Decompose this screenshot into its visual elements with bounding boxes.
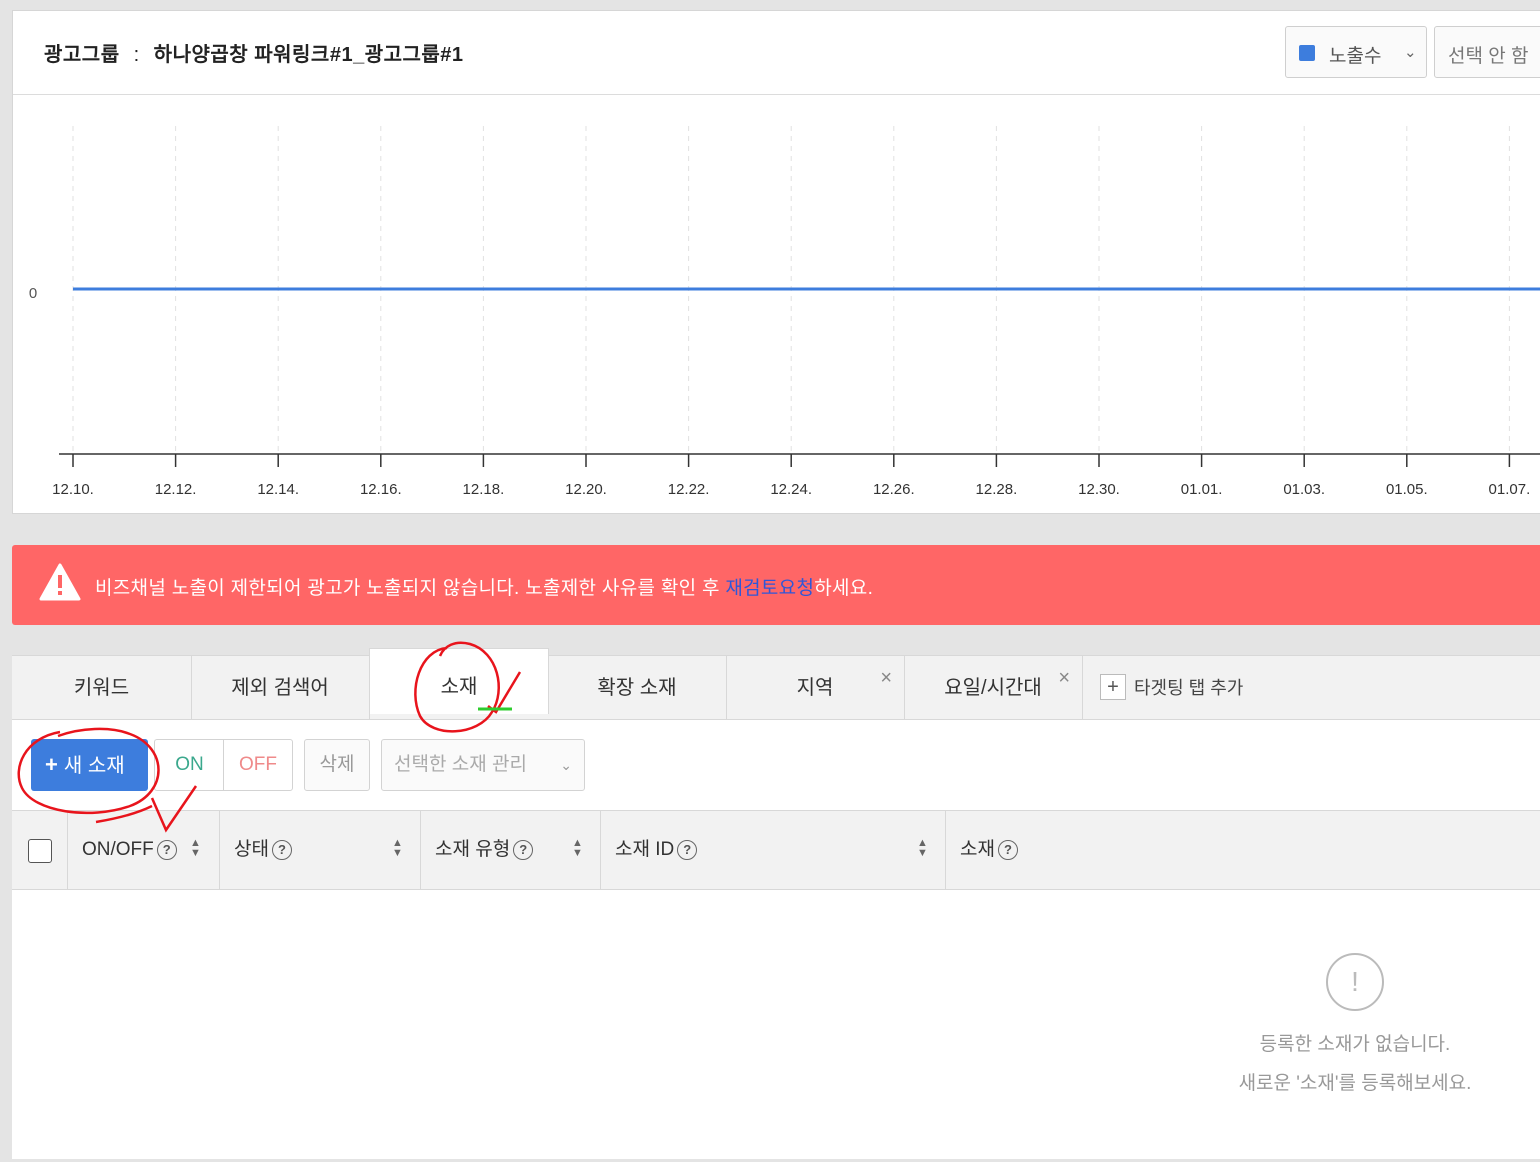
compare-select-value: 선택 안 함	[1448, 46, 1529, 67]
tab-extension-creative[interactable]: 확장 소재	[548, 656, 727, 720]
add-targeting-tab-button[interactable]: + 타겟팅 탭 추가	[1100, 674, 1243, 702]
table-header: ON/OFF? ▲ ▼ 상태? ▲ ▼ 소재 유형? ▲ ▼ 소재 ID? ▲ ▼ 소재…	[12, 810, 1540, 890]
tab-negative-keyword[interactable]: 제외 검색어	[191, 656, 370, 720]
column-status[interactable]: 상태? ▲ ▼	[219, 811, 421, 889]
x-tick-label: 12.20.	[565, 481, 607, 498]
empty-state-line2: 새로운 '소재'를 등록해보세요.	[1238, 1073, 1472, 1094]
x-tick-label: 12.14.	[257, 481, 299, 498]
alert-text-after: 하세요.	[814, 578, 874, 599]
off-button[interactable]: OFF	[223, 739, 293, 791]
tab-keyword[interactable]: 키워드	[12, 656, 192, 720]
empty-state: ! 등록한 소재가 없습니다. 새로운 '소재'를 등록해보세요.	[1212, 953, 1498, 1095]
help-icon[interactable]: ?	[677, 839, 698, 860]
new-creative-button[interactable]: + 새 소재	[31, 739, 148, 791]
manage-selected-select[interactable]: 선택한 소재 관리 ⌄	[381, 739, 585, 791]
sort-icon[interactable]: ▲ ▼	[572, 838, 583, 859]
exposure-restricted-alert: 비즈채널 노출이 제한되어 광고가 노출되지 않습니다. 노출제한 사유를 확인…	[12, 545, 1540, 625]
alert-text-before: 비즈채널 노출이 제한되어 광고가 노출되지 않습니다. 노출제한 사유를 확인…	[95, 578, 726, 599]
chevron-down-icon: ⌄	[1404, 44, 1417, 61]
compare-metric-select[interactable]: 선택 안 함	[1434, 26, 1540, 78]
help-icon[interactable]: ?	[271, 839, 292, 860]
tab-creative[interactable]: 소재	[369, 648, 549, 714]
creative-toolbar: + 새 소재 ON OFF 삭제 선택한 소재 관리 ⌄	[12, 721, 1540, 811]
x-tick-label: 01.05.	[1386, 481, 1428, 498]
delete-button[interactable]: 삭제	[304, 739, 370, 791]
sort-icon[interactable]: ▲ ▼	[917, 838, 928, 859]
x-tick-label: 12.22.	[668, 481, 710, 498]
metric-color-swatch	[1299, 45, 1315, 61]
chart-header: 광고그룹: 하나양곱창 파워링크#1_광고그룹#1 노출수 ⌄ 선택 안 함	[13, 11, 1540, 95]
close-icon[interactable]: ×	[880, 668, 892, 688]
help-icon[interactable]: ?	[997, 839, 1018, 860]
column-creative-type[interactable]: 소재 유형? ▲ ▼	[420, 811, 601, 889]
tab-region[interactable]: 지역 ×	[726, 656, 905, 720]
x-tick-label: 01.01.	[1181, 481, 1223, 498]
chart-panel: 광고그룹: 하나양곱창 파워링크#1_광고그룹#1 노출수 ⌄ 선택 안 함 12…	[12, 10, 1540, 514]
sort-icon[interactable]: ▲ ▼	[392, 838, 403, 859]
column-creative[interactable]: 소재?	[945, 811, 1540, 889]
sort-icon[interactable]: ▲ ▼	[190, 838, 201, 859]
x-tick-label: 12.24.	[770, 481, 812, 498]
chevron-down-icon: ⌄	[560, 757, 572, 773]
close-icon[interactable]: ×	[1058, 668, 1070, 688]
help-icon[interactable]: ?	[513, 839, 534, 860]
column-creative-id[interactable]: 소재 ID? ▲ ▼	[600, 811, 946, 889]
y-tick-label: 0	[29, 285, 37, 302]
metric-select-value: 노출수	[1329, 46, 1382, 67]
x-tick-label: 12.18.	[463, 481, 505, 498]
empty-state-line1: 등록한 소재가 없습니다.	[1259, 1034, 1451, 1055]
title-separator: :	[133, 44, 140, 66]
alert-message: 비즈채널 노출이 제한되어 광고가 노출되지 않습니다. 노출제한 사유를 확인…	[95, 573, 873, 600]
x-tick-label: 01.03.	[1283, 481, 1325, 498]
select-all-checkbox[interactable]	[28, 839, 52, 863]
adgroup-title: 광고그룹: 하나양곱창 파워링크#1_광고그룹#1	[44, 38, 464, 67]
plus-icon: +	[45, 752, 58, 777]
impressions-line-chart: 12.10. 12.12. 12.14. 12.16. 12.18. 12.20. 12.2…	[29, 126, 1540, 498]
add-tab-label: 타겟팅 탭 추가	[1134, 678, 1244, 698]
exclamation-icon: !	[1326, 953, 1384, 1011]
x-tick-label: 01.07.	[1489, 481, 1531, 498]
on-button[interactable]: ON	[154, 739, 224, 791]
adgroup-label: 광고그룹	[44, 44, 120, 66]
adgroup-name: 하나양곱창 파워링크#1_광고그룹#1	[153, 44, 464, 66]
x-tick-label: 12.12.	[155, 481, 197, 498]
x-tick-label: 12.30.	[1078, 481, 1120, 498]
x-tick-label: 12.26.	[873, 481, 915, 498]
column-onoff[interactable]: ON/OFF? ▲ ▼	[67, 811, 220, 889]
metric-select[interactable]: 노출수 ⌄	[1285, 26, 1427, 78]
ad-creative-section: 키워드 제외 검색어 소재 확장 소재 지역 × 요일/시간대 × + 타겟팅 탭…	[12, 648, 1540, 1159]
x-tick-label: 12.16.	[360, 481, 402, 498]
x-tick-label: 12.10.	[52, 481, 94, 498]
plus-icon: +	[1100, 674, 1126, 700]
warning-triangle-icon	[39, 563, 81, 601]
x-tick-label: 12.28.	[976, 481, 1018, 498]
help-icon[interactable]: ?	[156, 839, 177, 860]
select-all-cell	[12, 811, 68, 889]
tab-day-time[interactable]: 요일/시간대 ×	[904, 656, 1083, 720]
tab-bar: 키워드 제외 검색어 소재 확장 소재 지역 × 요일/시간대 × + 타겟팅 탭…	[12, 648, 1540, 720]
review-request-link[interactable]: 재검토요청	[725, 578, 814, 599]
